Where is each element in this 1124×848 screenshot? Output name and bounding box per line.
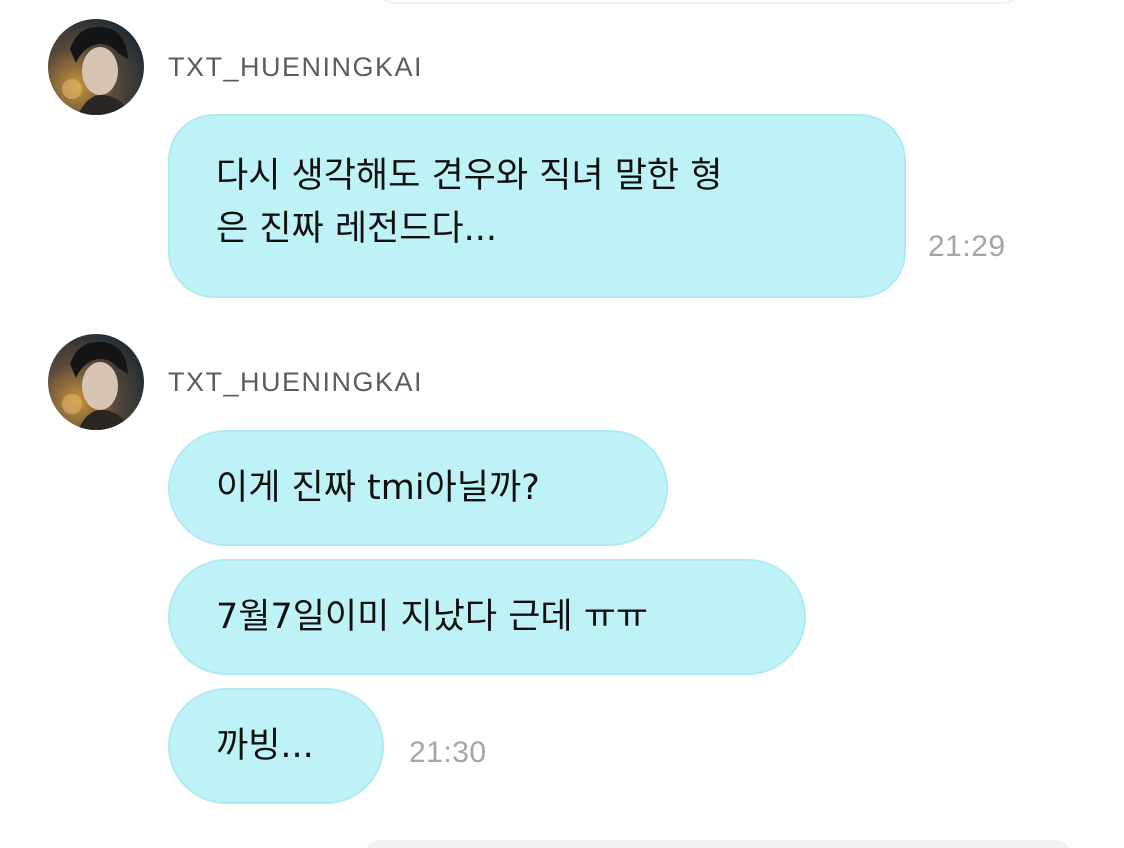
message-bubble[interactable]: 다시 생각해도 견우와 직녀 말한 형 은 진짜 레전드다... <box>168 114 906 298</box>
message-bubble[interactable]: 7월7일이미 지났다 근데 ㅠㅠ <box>168 559 806 675</box>
sender-name: TXT_HUENINGKAI <box>168 367 424 397</box>
message-bubble[interactable]: 까빙... <box>168 688 384 804</box>
message-text: 이게 진짜 tmi아닐까? <box>216 468 540 508</box>
message-text: 까빙... <box>216 726 314 766</box>
sender-avatar[interactable] <box>48 19 144 115</box>
next-message-bubble-edge <box>362 840 1074 848</box>
message-bubble[interactable]: 이게 진짜 tmi아닐까? <box>168 430 668 546</box>
sender-name: TXT_HUENINGKAI <box>168 52 424 82</box>
message-timestamp: 21:30 <box>409 736 487 769</box>
avatar-photo-icon <box>48 334 144 430</box>
message-text: 7월7일이미 지났다 근데 ㅠㅠ <box>216 597 649 637</box>
message-text-line: 은 진짜 레전드다... <box>216 209 498 249</box>
avatar-photo-icon <box>48 19 144 115</box>
sender-avatar[interactable] <box>48 334 144 430</box>
chat-screen: TXT_HUENINGKAI 다시 생각해도 견우와 직녀 말한 형 은 진짜 … <box>0 0 1124 848</box>
message-timestamp: 21:29 <box>928 230 1006 263</box>
previous-message-bubble-edge <box>372 0 1026 4</box>
message-text-line: 다시 생각해도 견우와 직녀 말한 형 <box>216 156 723 196</box>
